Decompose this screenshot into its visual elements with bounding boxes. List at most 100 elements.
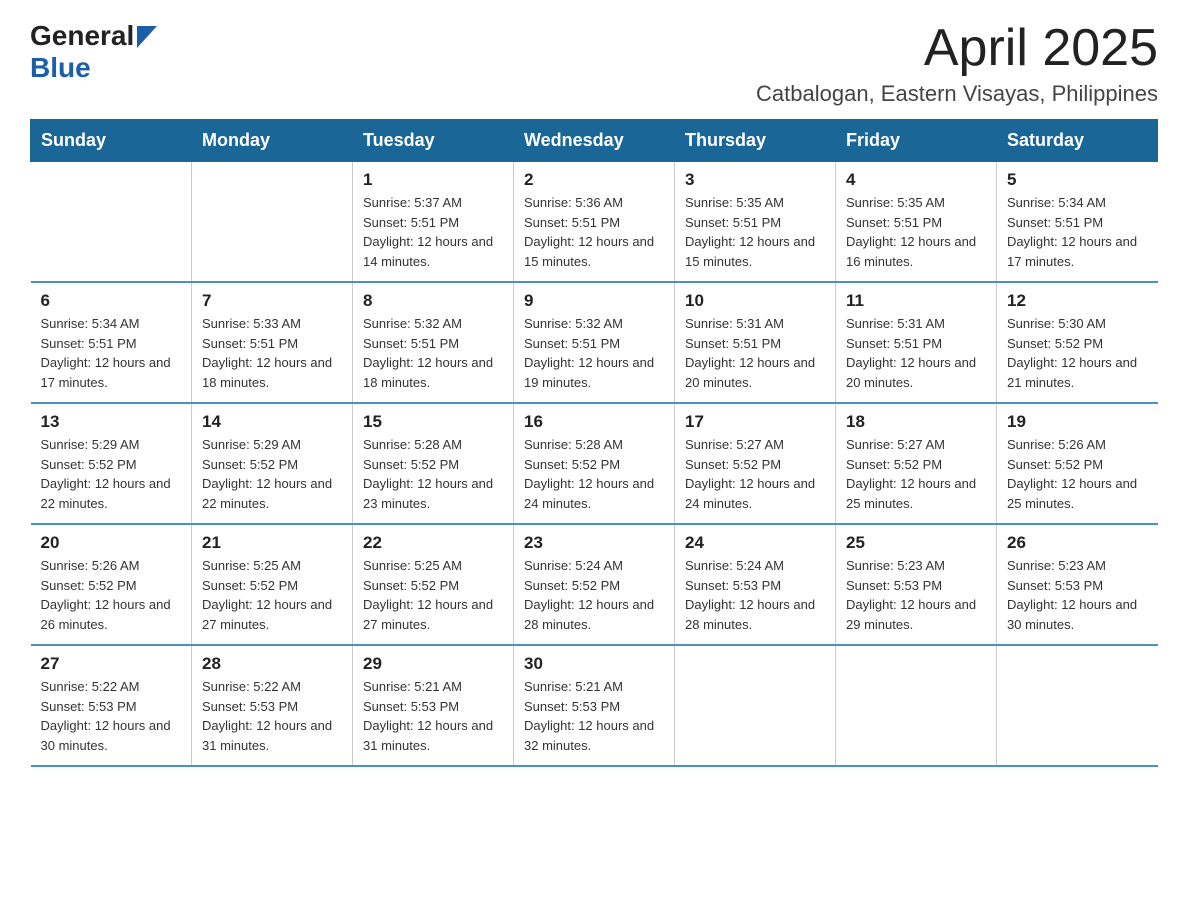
day-number: 14 — [202, 412, 342, 432]
day-number: 20 — [41, 533, 182, 553]
day-info: Sunrise: 5:24 AMSunset: 5:52 PMDaylight:… — [524, 556, 664, 634]
calendar-cell: 18 Sunrise: 5:27 AMSunset: 5:52 PMDayligh… — [836, 403, 997, 524]
day-info: Sunrise: 5:25 AMSunset: 5:52 PMDaylight:… — [202, 556, 342, 634]
day-number: 2 — [524, 170, 664, 190]
day-info: Sunrise: 5:29 AMSunset: 5:52 PMDaylight:… — [202, 435, 342, 513]
day-number: 9 — [524, 291, 664, 311]
day-info: Sunrise: 5:31 AMSunset: 5:51 PMDaylight:… — [846, 314, 986, 392]
day-number: 8 — [363, 291, 503, 311]
day-number: 3 — [685, 170, 825, 190]
calendar-cell: 25 Sunrise: 5:23 AMSunset: 5:53 PMDayligh… — [836, 524, 997, 645]
day-info: Sunrise: 5:21 AMSunset: 5:53 PMDaylight:… — [524, 677, 664, 755]
calendar-cell: 17Sunrise: 5:27 AMSunset: 5:52 PMDayligh… — [675, 403, 836, 524]
header: General Blue April 2025 Catbalogan, East… — [30, 20, 1158, 107]
calendar-week-row: 13 Sunrise: 5:29 AMSunset: 5:52 PMDayligh… — [31, 403, 1158, 524]
day-number: 29 — [363, 654, 503, 674]
day-info: Sunrise: 5:30 AMSunset: 5:52 PMDaylight:… — [1007, 314, 1148, 392]
calendar-title: April 2025 — [756, 20, 1158, 77]
logo-general-text: General — [30, 20, 134, 52]
logo-blue-text: Blue — [30, 52, 91, 83]
day-number: 11 — [846, 291, 986, 311]
calendar-cell: 21 Sunrise: 5:25 AMSunset: 5:52 PMDayligh… — [192, 524, 353, 645]
day-info: Sunrise: 5:27 AMSunset: 5:52 PMDaylight:… — [846, 435, 986, 513]
calendar-cell: 30 Sunrise: 5:21 AMSunset: 5:53 PMDayligh… — [514, 645, 675, 766]
calendar-table: SundayMondayTuesdayWednesdayThursdayFrid… — [30, 119, 1158, 767]
calendar-cell: 28 Sunrise: 5:22 AMSunset: 5:53 PMDayligh… — [192, 645, 353, 766]
day-info: Sunrise: 5:22 AMSunset: 5:53 PMDaylight:… — [202, 677, 342, 755]
calendar-cell: 19Sunrise: 5:26 AMSunset: 5:52 PMDayligh… — [997, 403, 1158, 524]
day-info: Sunrise: 5:31 AMSunset: 5:51 PMDaylight:… — [685, 314, 825, 392]
day-number: 16 — [524, 412, 664, 432]
calendar-cell: 16 Sunrise: 5:28 AMSunset: 5:52 PMDayligh… — [514, 403, 675, 524]
day-info: Sunrise: 5:23 AMSunset: 5:53 PMDaylight:… — [846, 556, 986, 634]
calendar-cell: 10Sunrise: 5:31 AMSunset: 5:51 PMDayligh… — [675, 282, 836, 403]
day-info: Sunrise: 5:32 AMSunset: 5:51 PMDaylight:… — [524, 314, 664, 392]
calendar-week-row: 6Sunrise: 5:34 AMSunset: 5:51 PMDaylight… — [31, 282, 1158, 403]
day-number: 18 — [846, 412, 986, 432]
calendar-cell: 20 Sunrise: 5:26 AMSunset: 5:52 PMDayligh… — [31, 524, 192, 645]
day-number: 24 — [685, 533, 825, 553]
calendar-cell: 5Sunrise: 5:34 AMSunset: 5:51 PMDaylight… — [997, 162, 1158, 283]
day-number: 26 — [1007, 533, 1148, 553]
weekday-header-thursday: Thursday — [675, 120, 836, 162]
calendar-cell: 23Sunrise: 5:24 AMSunset: 5:52 PMDayligh… — [514, 524, 675, 645]
day-number: 27 — [41, 654, 182, 674]
day-number: 30 — [524, 654, 664, 674]
day-info: Sunrise: 5:29 AMSunset: 5:52 PMDaylight:… — [41, 435, 182, 513]
calendar-cell: 24 Sunrise: 5:24 AMSunset: 5:53 PMDayligh… — [675, 524, 836, 645]
logo: General Blue — [30, 20, 157, 84]
calendar-header: SundayMondayTuesdayWednesdayThursdayFrid… — [31, 120, 1158, 162]
day-info: Sunrise: 5:28 AMSunset: 5:52 PMDaylight:… — [524, 435, 664, 513]
calendar-week-row: 1Sunrise: 5:37 AMSunset: 5:51 PMDaylight… — [31, 162, 1158, 283]
calendar-cell: 8Sunrise: 5:32 AMSunset: 5:51 PMDaylight… — [353, 282, 514, 403]
day-number: 1 — [363, 170, 503, 190]
calendar-cell: 13 Sunrise: 5:29 AMSunset: 5:52 PMDayligh… — [31, 403, 192, 524]
calendar-cell — [192, 162, 353, 283]
calendar-cell: 4Sunrise: 5:35 AMSunset: 5:51 PMDaylight… — [836, 162, 997, 283]
weekday-header-tuesday: Tuesday — [353, 120, 514, 162]
calendar-cell: 7Sunrise: 5:33 AMSunset: 5:51 PMDaylight… — [192, 282, 353, 403]
day-info: Sunrise: 5:35 AMSunset: 5:51 PMDaylight:… — [846, 193, 986, 271]
day-number: 15 — [363, 412, 503, 432]
day-info: Sunrise: 5:33 AMSunset: 5:51 PMDaylight:… — [202, 314, 342, 392]
weekday-header-saturday: Saturday — [997, 120, 1158, 162]
day-number: 25 — [846, 533, 986, 553]
calendar-cell: 12 Sunrise: 5:30 AMSunset: 5:52 PMDayligh… — [997, 282, 1158, 403]
logo-arrow-icon — [137, 26, 157, 48]
day-info: Sunrise: 5:24 AMSunset: 5:53 PMDaylight:… — [685, 556, 825, 634]
day-number: 12 — [1007, 291, 1148, 311]
title-area: April 2025 Catbalogan, Eastern Visayas, … — [756, 20, 1158, 107]
day-info: Sunrise: 5:36 AMSunset: 5:51 PMDaylight:… — [524, 193, 664, 271]
day-info: Sunrise: 5:35 AMSunset: 5:51 PMDaylight:… — [685, 193, 825, 271]
calendar-week-row: 27 Sunrise: 5:22 AMSunset: 5:53 PMDayligh… — [31, 645, 1158, 766]
day-info: Sunrise: 5:34 AMSunset: 5:51 PMDaylight:… — [1007, 193, 1148, 271]
weekday-header-monday: Monday — [192, 120, 353, 162]
calendar-cell: 26Sunrise: 5:23 AMSunset: 5:53 PMDayligh… — [997, 524, 1158, 645]
day-info: Sunrise: 5:21 AMSunset: 5:53 PMDaylight:… — [363, 677, 503, 755]
calendar-cell: 27 Sunrise: 5:22 AMSunset: 5:53 PMDayligh… — [31, 645, 192, 766]
calendar-subtitle: Catbalogan, Eastern Visayas, Philippines — [756, 81, 1158, 107]
day-info: Sunrise: 5:28 AMSunset: 5:52 PMDaylight:… — [363, 435, 503, 513]
weekday-header-wednesday: Wednesday — [514, 120, 675, 162]
day-info: Sunrise: 5:34 AMSunset: 5:51 PMDaylight:… — [41, 314, 182, 392]
weekday-header-sunday: Sunday — [31, 120, 192, 162]
day-number: 22 — [363, 533, 503, 553]
day-info: Sunrise: 5:22 AMSunset: 5:53 PMDaylight:… — [41, 677, 182, 755]
calendar-cell — [836, 645, 997, 766]
calendar-cell — [675, 645, 836, 766]
day-number: 28 — [202, 654, 342, 674]
calendar-week-row: 20 Sunrise: 5:26 AMSunset: 5:52 PMDayligh… — [31, 524, 1158, 645]
calendar-cell: 15 Sunrise: 5:28 AMSunset: 5:52 PMDayligh… — [353, 403, 514, 524]
day-info: Sunrise: 5:27 AMSunset: 5:52 PMDaylight:… — [685, 435, 825, 513]
calendar-cell: 1Sunrise: 5:37 AMSunset: 5:51 PMDaylight… — [353, 162, 514, 283]
calendar-cell: 11 Sunrise: 5:31 AMSunset: 5:51 PMDayligh… — [836, 282, 997, 403]
calendar-cell: 22Sunrise: 5:25 AMSunset: 5:52 PMDayligh… — [353, 524, 514, 645]
calendar-cell — [31, 162, 192, 283]
day-number: 13 — [41, 412, 182, 432]
day-number: 19 — [1007, 412, 1148, 432]
day-info: Sunrise: 5:26 AMSunset: 5:52 PMDaylight:… — [41, 556, 182, 634]
day-number: 21 — [202, 533, 342, 553]
calendar-body: 1Sunrise: 5:37 AMSunset: 5:51 PMDaylight… — [31, 162, 1158, 767]
calendar-cell: 14 Sunrise: 5:29 AMSunset: 5:52 PMDayligh… — [192, 403, 353, 524]
weekday-header-row: SundayMondayTuesdayWednesdayThursdayFrid… — [31, 120, 1158, 162]
